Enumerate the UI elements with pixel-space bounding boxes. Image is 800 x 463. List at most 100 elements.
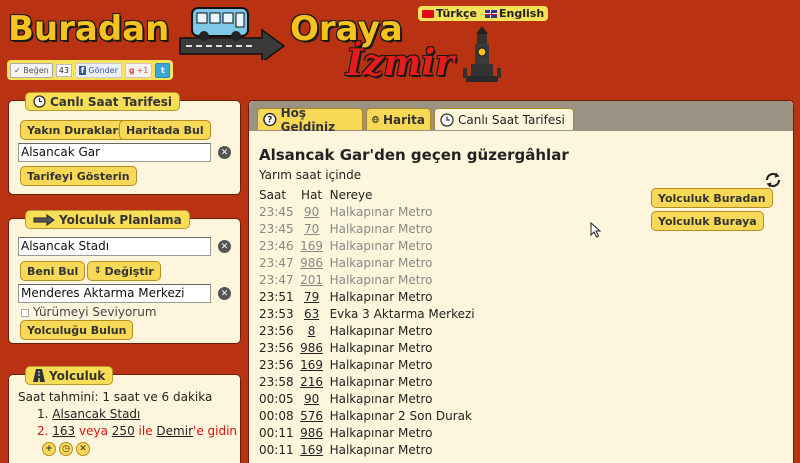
row-line-link[interactable]: 986 xyxy=(298,339,328,356)
trip-to-here-button[interactable]: Yolculuk Buraya xyxy=(651,211,764,231)
trip-result-title: Yolculuk xyxy=(25,366,114,385)
row-destination: Halkapınar Metro xyxy=(329,357,433,372)
table-row: 23:58 216 Halkapınar Metro xyxy=(257,373,479,390)
row-time: 23:46 xyxy=(259,238,294,253)
row-time: 00:11 xyxy=(259,442,294,457)
row-line-link[interactable]: 70 xyxy=(298,220,328,237)
logo-text-right: Oraya xyxy=(290,9,403,49)
row-line-link[interactable]: 216 xyxy=(298,373,328,390)
table-row: 23:47 201 Halkapınar Metro xyxy=(257,271,479,288)
row-line-link[interactable]: 201 xyxy=(298,271,328,288)
find-on-map-button[interactable]: Haritada Bul xyxy=(119,120,211,140)
row-time: 23:45 xyxy=(259,204,294,219)
clear-stop-icon[interactable]: ✕ xyxy=(218,146,231,159)
route-step-1: 1. Alsancak Stadı xyxy=(37,407,141,421)
table-header: Saat Hat Nereye xyxy=(257,186,479,203)
to-input[interactable]: Menderes Aktarma Merkezi xyxy=(18,284,211,303)
tab-map[interactable]: Harita xyxy=(366,108,431,130)
clear-from-icon[interactable]: ✕ xyxy=(218,240,231,253)
row-destination: Halkapınar Metro xyxy=(329,289,433,304)
row-time: 23:45 xyxy=(259,221,294,236)
row-line-link[interactable]: 169 xyxy=(298,356,328,373)
row-line-link[interactable]: 576 xyxy=(298,407,328,424)
row-destination: Halkapınar Metro xyxy=(329,238,433,253)
lang-turkish[interactable]: Türkçe xyxy=(422,7,477,20)
table-row: 23:45 70 Halkapınar Metro xyxy=(257,220,479,237)
social-bar: ✓ Beğen 43 f Gönder g +1 t xyxy=(7,60,174,80)
row-time: 23:47 xyxy=(259,272,294,287)
twitter-button[interactable]: t xyxy=(155,62,171,78)
dest-stop-link[interactable]: Demir xyxy=(156,424,193,438)
find-trip-button[interactable]: Yolculuğu Bulun xyxy=(20,320,134,340)
row-time: 23:51 xyxy=(259,289,294,304)
row-destination: Halkapınar Metro xyxy=(329,374,433,389)
close-small-icon[interactable]: ✕ xyxy=(76,442,90,456)
clock-tower-icon xyxy=(463,26,501,82)
row-line-link[interactable]: 63 xyxy=(298,305,328,322)
row-destination: Halkapınar Metro xyxy=(329,204,433,219)
page-title: Alsancak Gar'den geçen güzergâhlar xyxy=(259,146,569,164)
step-1-stop-link[interactable]: Alsancak Stadı xyxy=(52,407,140,421)
lang-english[interactable]: English xyxy=(485,7,544,20)
tr-flag-icon xyxy=(422,10,434,18)
road-icon xyxy=(33,369,45,382)
live-timetable-panel: Canlı Saat Tarifesi Yakın Durakları Hari… xyxy=(8,92,241,195)
tab-bar: ? Hoş Geldiniz Harita Canlı Saat Tarifes… xyxy=(249,101,793,134)
row-line-link[interactable]: 90 xyxy=(298,203,328,220)
table-row: 00:08 576 Halkapınar 2 Son Durak xyxy=(257,407,479,424)
row-line-link[interactable]: 986 xyxy=(298,424,328,441)
stop-input[interactable]: Alsancak Gar xyxy=(18,143,211,162)
row-line-link[interactable]: 169 xyxy=(298,237,328,254)
main-content: ? Hoş Geldiniz Harita Canlı Saat Tarifes… xyxy=(248,100,794,463)
clock-icon xyxy=(440,112,454,127)
clear-to-icon[interactable]: ✕ xyxy=(218,287,231,300)
row-line-link[interactable]: 79 xyxy=(298,288,328,305)
tab-live-timetable[interactable]: Canlı Saat Tarifesi xyxy=(434,108,574,130)
row-time: 00:05 xyxy=(259,391,294,406)
plus-icon[interactable]: + xyxy=(42,442,56,456)
walk-checkbox[interactable] xyxy=(21,308,29,317)
tab-welcome[interactable]: ? Hoş Geldiniz xyxy=(257,106,363,134)
row-time: 23:47 xyxy=(259,255,294,270)
table-row: 23:51 79 Halkapınar Metro xyxy=(257,288,479,305)
table-row: 00:05 90 Halkapınar Metro xyxy=(257,390,479,407)
trip-from-here-button[interactable]: Yolculuk Buradan xyxy=(651,188,773,208)
find-me-button[interactable]: Beni Bul xyxy=(20,261,86,281)
trip-planning-panel: Yolculuk Planlama Alsancak Stadı ✕ Beni … xyxy=(8,210,241,344)
row-line-link[interactable]: 90 xyxy=(298,390,328,407)
col-destination: Nereye xyxy=(329,187,373,202)
row-line-link[interactable]: 169 xyxy=(298,441,328,458)
clock-small-icon[interactable]: ◷ xyxy=(59,442,73,456)
from-input[interactable]: Alsancak Stadı xyxy=(18,237,211,256)
swap-icon: ⇕ xyxy=(94,266,102,276)
trip-result-panel: Yolculuk Saat tahmini: 1 saat ve 6 dakik… xyxy=(8,366,241,463)
line-250-link[interactable]: 250 xyxy=(112,424,135,438)
swap-button[interactable]: ⇕ Değiştir xyxy=(87,261,161,281)
refresh-icon[interactable] xyxy=(764,171,782,189)
nearby-stops-button[interactable]: Yakın Durakları xyxy=(20,120,129,140)
language-switcher: Türkçe English xyxy=(418,6,549,21)
row-destination: Evka 3 Aktarma Merkezi xyxy=(329,306,475,321)
row-time: 23:56 xyxy=(259,340,294,355)
fb-send-button[interactable]: f Gönder xyxy=(74,62,122,78)
help-icon: ? xyxy=(263,112,277,127)
table-row: 23:56 8 Halkapınar Metro xyxy=(257,322,479,339)
globe-icon xyxy=(372,116,379,123)
trip-summary: Saat tahmini: 1 saat ve 6 dakika xyxy=(18,390,213,404)
row-time: 00:11 xyxy=(259,425,294,440)
show-timetable-button[interactable]: Tarifeyi Gösterin xyxy=(20,166,137,186)
row-line-link[interactable]: 986 xyxy=(298,254,328,271)
logo-text-left: Buradan xyxy=(8,9,170,49)
row-destination: Halkapınar Metro xyxy=(329,323,433,338)
table-row: 00:11 169 Halkapınar Metro xyxy=(257,441,479,458)
walk-checkbox-row[interactable]: Yürümeyi Seviyorum xyxy=(21,305,157,319)
line-163-link[interactable]: 163 xyxy=(52,424,75,438)
gplus-button[interactable]: g +1 xyxy=(124,62,153,78)
like-button[interactable]: ✓ Beğen xyxy=(10,62,53,78)
arrow-right-icon xyxy=(33,213,55,226)
departures-table: Saat Hat Nereye 23:45 90 Halkapınar Metro 2… xyxy=(257,186,479,458)
table-row: 23:45 90 Halkapınar Metro xyxy=(257,203,479,220)
row-line-link[interactable]: 8 xyxy=(298,322,328,339)
table-row: 23:56 986 Halkapınar Metro xyxy=(257,339,479,356)
live-timetable-title: Canlı Saat Tarifesi xyxy=(25,92,180,111)
